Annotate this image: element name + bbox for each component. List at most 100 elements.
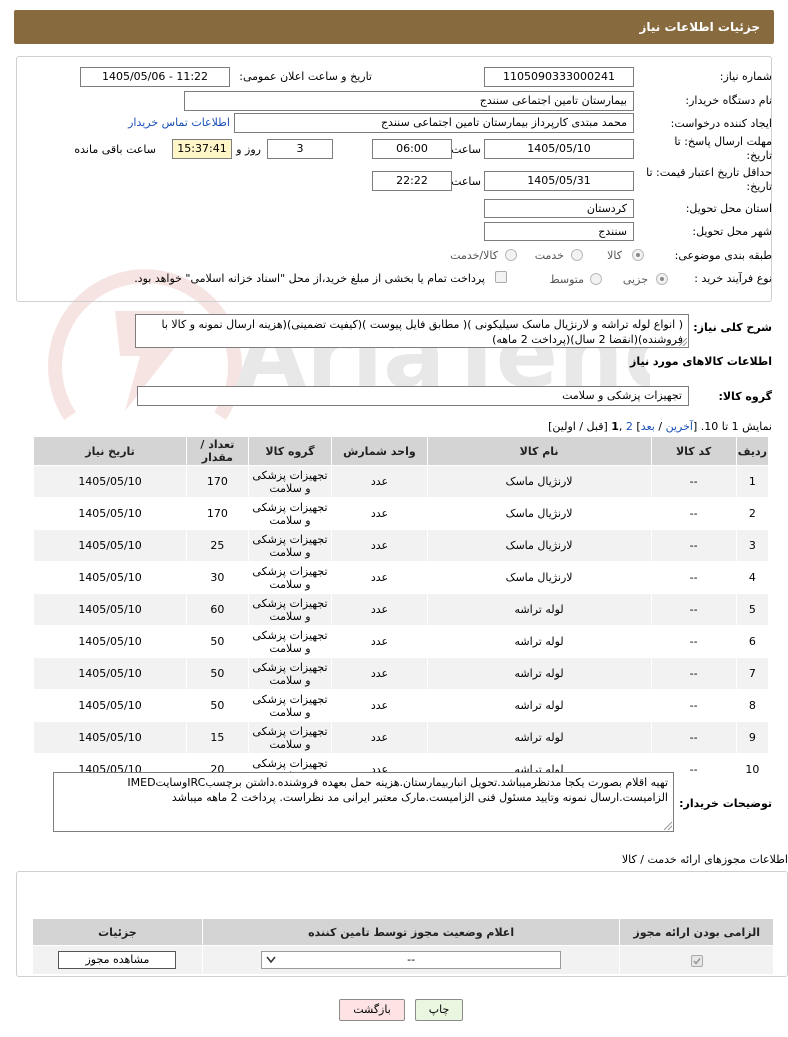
process-radio-minor[interactable] <box>656 273 668 285</box>
buyer-contact-link[interactable]: اطلاعات تماس خریدار <box>128 116 230 129</box>
license-status-value: -- <box>407 953 416 966</box>
process-type-label: نوع فرآیند خرید : <box>694 272 772 285</box>
table-row: 3 -- لارنژیال ماسک عدد تجهیزات پزشکی و سلامت… <box>32 529 770 562</box>
cell-unit: عدد <box>331 465 428 498</box>
page-title: جزئیات اطلاعات نیاز <box>639 20 760 34</box>
pager-last-link[interactable]: آخرین <box>666 420 693 433</box>
cell-code: -- <box>650 593 737 626</box>
cell-code: -- <box>650 497 737 530</box>
process-option-medium: متوسط <box>549 273 584 286</box>
resize-grip-icon[interactable] <box>664 822 672 830</box>
cell-date: 1405/05/10 <box>32 497 188 530</box>
reply-time-field: 06:00 <box>372 139 452 159</box>
pager: نمایش 1 تا 10. [آخرین / بعد] 2 ,1 [قبل /… <box>548 420 772 433</box>
license-status-select[interactable]: -- <box>261 951 562 969</box>
category-option-goods: کالا <box>607 249 622 262</box>
cell-code: -- <box>650 465 737 498</box>
days-label: روز و <box>236 143 261 156</box>
buyer-field: بیمارستان تامین اجتماعی سنندج <box>184 91 634 111</box>
table-row: 6 -- لوله تراشه عدد تجهیزات پزشکی و سلامت 50 1… <box>32 625 770 658</box>
treasury-payment-checkbox[interactable] <box>495 271 507 283</box>
table-row: 5 -- لوله تراشه عدد تجهیزات پزشکی و سلامت 60 1… <box>32 593 770 626</box>
cell-group: تجهیزات پزشکی و سلامت <box>247 689 333 722</box>
table-row: 1 -- لارنژیال ماسک عدد تجهیزات پزشکی و سلامت… <box>32 465 770 498</box>
cell-unit: عدد <box>331 497 428 530</box>
category-radio-goods[interactable] <box>632 249 644 261</box>
cell-date: 1405/05/10 <box>32 529 188 562</box>
col-header-unit: واحد شمارش <box>331 436 428 466</box>
cell-date: 1405/05/10 <box>32 689 188 722</box>
description-text: ( انواع لوله تراشه و لارنژیال ماسک سیلیک… <box>161 318 683 346</box>
cell-name: لارنژیال ماسک <box>426 465 652 498</box>
license-table: الزامی بودن ارائه مجوز اعلام وضعیت مجوز … <box>32 918 774 975</box>
province-label: استان محل تحویل: <box>685 202 772 215</box>
price-date-field: 1405/05/31 <box>484 171 634 191</box>
cell-group: تجهیزات پزشکی و سلامت <box>247 593 333 626</box>
pager-current-page: 1 <box>611 420 619 433</box>
license-col-required: الزامی بودن ارائه مجوز <box>619 918 774 946</box>
cell-quantity: 50 <box>186 689 249 722</box>
cell-quantity: 170 <box>186 465 249 498</box>
cell-group: تجهیزات پزشکی و سلامت <box>247 721 333 754</box>
category-radio-service[interactable] <box>571 249 583 261</box>
cell-date: 1405/05/10 <box>32 465 188 498</box>
category-radio-goods-service[interactable] <box>505 249 517 261</box>
cell-code: -- <box>650 529 737 562</box>
cell-group: تجهیزات پزشکی و سلامت <box>247 497 333 530</box>
page-header: جزئیات اطلاعات نیاز <box>14 10 774 44</box>
price-validity-label: حداقل تاریخ اعتبار قیمت: تا تاریخ: <box>646 166 772 193</box>
need-number-field: 1105090333000241 <box>484 67 634 87</box>
pager-next-link[interactable]: بعد <box>641 420 655 433</box>
reply-deadline-label: مهلت ارسال پاسخ: تا تاریخ: <box>674 135 772 162</box>
cell-quantity: 25 <box>186 529 249 562</box>
days-field: 3 <box>267 139 333 159</box>
cell-row-number: 3 <box>735 529 770 562</box>
description-textarea[interactable]: ( انواع لوله تراشه و لارنژیال ماسک سیلیک… <box>135 314 689 348</box>
cell-group: تجهیزات پزشکی و سلامت <box>247 465 333 498</box>
cell-group: تجهیزات پزشکی و سلامت <box>247 529 333 562</box>
pager-comma: , <box>618 420 626 433</box>
cell-date: 1405/05/10 <box>32 657 188 690</box>
cell-date: 1405/05/10 <box>32 561 188 594</box>
city-field: سنندج <box>484 222 634 241</box>
cell-quantity: 60 <box>186 593 249 626</box>
cell-quantity: 15 <box>186 721 249 754</box>
items-table-body: 1 -- لارنژیال ماسک عدد تجهیزات پزشکی و سلامت… <box>32 465 770 786</box>
cell-row-number: 9 <box>735 721 770 754</box>
cell-row-number: 1 <box>735 465 770 498</box>
view-license-button[interactable]: مشاهده مجوز <box>58 951 177 969</box>
print-button[interactable]: چاپ <box>415 999 463 1021</box>
license-table-header: الزامی بودن ارائه مجوز اعلام وضعیت مجوز … <box>32 918 774 946</box>
pager-prefix: نمایش 1 تا 10. [ <box>692 420 772 433</box>
cell-row-number: 10 <box>735 753 770 786</box>
reply-date-field: 1405/05/10 <box>484 139 634 159</box>
goods-group-field: تجهیزات پزشکی و سلامت <box>137 386 689 406</box>
col-header-name: نام کالا <box>426 436 652 466</box>
requester-label: ایجاد کننده درخواست: <box>670 117 772 130</box>
cell-name: لوله تراشه <box>426 689 652 722</box>
cell-row-number: 2 <box>735 497 770 530</box>
price-time-label: ساعت <box>451 175 481 188</box>
pager-page-2-link[interactable]: 2 <box>626 420 633 433</box>
cell-quantity: 170 <box>186 497 249 530</box>
buyer-notes-text: تهیه اقلام بصورت یکجا مدنظرمیباشد.تحویل … <box>127 776 668 804</box>
cell-unit: عدد <box>331 561 428 594</box>
buyer-notes-textarea[interactable]: تهیه اقلام بصورت یکجا مدنظرمیباشد.تحویل … <box>53 772 674 832</box>
cell-code: -- <box>650 561 737 594</box>
cell-unit: عدد <box>331 593 428 626</box>
cell-group: تجهیزات پزشکی و سلامت <box>247 561 333 594</box>
remaining-time-label: ساعت باقی مانده <box>74 143 156 156</box>
license-col-status: اعلام وضعیت مجوز توسط تامین کننده <box>201 918 621 946</box>
license-required-checkbox <box>690 954 703 967</box>
back-button[interactable]: بازگشت <box>339 999 405 1021</box>
license-col-details: جزئیات <box>32 918 203 946</box>
cell-group: تجهیزات پزشکی و سلامت <box>247 657 333 690</box>
cell-unit: عدد <box>331 721 428 754</box>
table-row: 4 -- لارنژیال ماسک عدد تجهیزات پزشکی و سلامت… <box>32 561 770 594</box>
city-label: شهر محل تحویل: <box>692 225 772 238</box>
resize-grip-icon[interactable] <box>679 338 687 346</box>
cell-name: لارنژیال ماسک <box>426 497 652 530</box>
process-radio-medium[interactable] <box>590 273 602 285</box>
remaining-time-field: 15:37:41 <box>172 139 232 159</box>
treasury-payment-note: پرداخت تمام یا بخشی از مبلغ خرید،از محل … <box>134 272 485 285</box>
